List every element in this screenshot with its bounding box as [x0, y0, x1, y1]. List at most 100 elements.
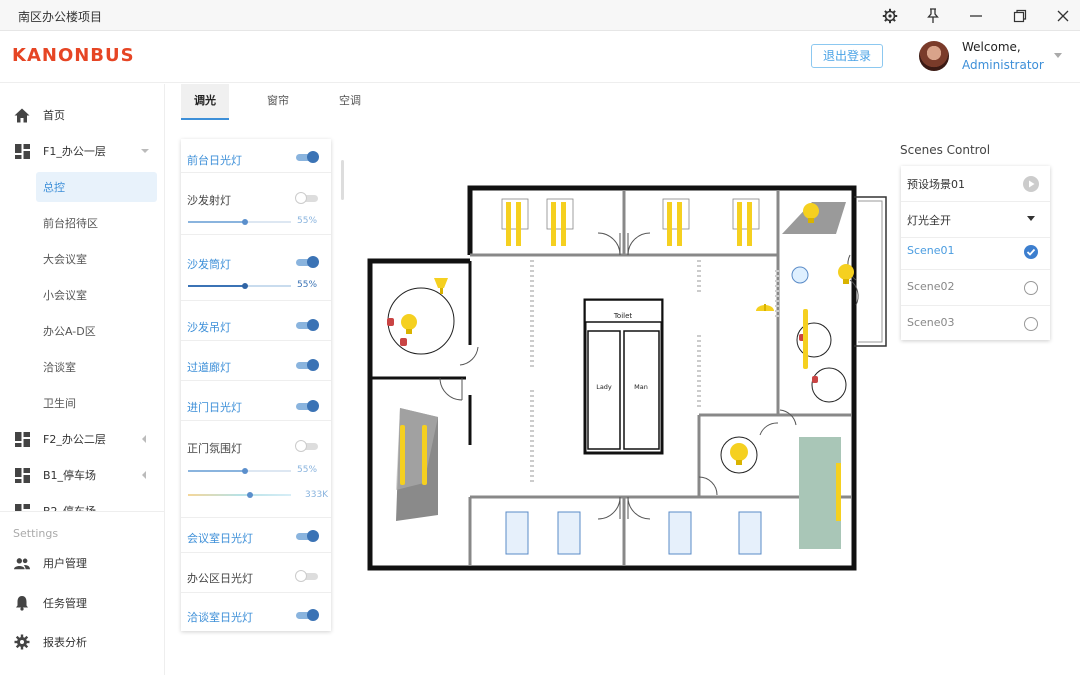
scene-name: Scene02: [907, 280, 955, 293]
minimize-icon[interactable]: [965, 6, 987, 26]
scenes-control-panel: 预设场景01 灯光全开 Scene01 Scene02 Scene03: [901, 166, 1050, 340]
all-lights-on-label: 灯光全开: [907, 214, 951, 227]
light-row: 过道廊灯: [181, 341, 331, 381]
chevron-down-icon[interactable]: [1054, 53, 1062, 58]
sidebar-item-b1[interactable]: B1_停车场: [0, 460, 165, 490]
light-name: 过道廊灯: [187, 361, 231, 374]
light-name: 进门日光灯: [187, 401, 242, 414]
tab-curtain[interactable]: 窗帘: [254, 84, 302, 120]
light-toggle[interactable]: [296, 256, 319, 268]
color-temperature-slider[interactable]: [188, 492, 291, 498]
sidebar-item-small-meeting[interactable]: 小会议室: [36, 280, 157, 310]
sidebar-item-office-ad[interactable]: 办公A-D区: [36, 316, 157, 346]
light-row: 沙发射灯 55%: [181, 173, 331, 235]
scenes-title: Scenes Control: [900, 143, 991, 157]
window-title: 南区办公楼项目: [18, 10, 103, 24]
tab-dimming[interactable]: 调光: [181, 84, 229, 120]
sidebar-item-label: 前台招待区: [43, 217, 98, 230]
light-name: 前台日光灯: [187, 154, 242, 167]
all-lights-on-row[interactable]: 灯光全开: [901, 202, 1050, 238]
avatar[interactable]: [919, 41, 949, 71]
light-row: 会议室日光灯: [181, 518, 331, 553]
logout-button[interactable]: 退出登录: [811, 44, 883, 68]
close-icon[interactable]: [1052, 6, 1074, 26]
light-name: 洽谈室日光灯: [187, 611, 253, 624]
light-name: 会议室日光灯: [187, 532, 253, 545]
sidebar-item-report[interactable]: 报表分析: [0, 627, 165, 657]
sidebar-item-large-meeting[interactable]: 大会议室: [36, 244, 157, 274]
light-toggle[interactable]: [296, 609, 319, 621]
sidebar-item-label: 小会议室: [43, 289, 87, 302]
chevron-left-icon: [142, 471, 146, 479]
light-toggle[interactable]: [296, 319, 319, 331]
scene-item-3[interactable]: Scene03: [901, 306, 1050, 340]
preset-scene-label: 预设场景01: [907, 178, 965, 191]
floor-plan: Toilet Lady Man: [366, 185, 890, 574]
light-row: 正门氛围灯 55% 333K: [181, 421, 331, 518]
light-name: 沙发筒灯: [187, 258, 231, 271]
scene-radio[interactable]: [1024, 317, 1038, 331]
brightness-value: 55%: [297, 465, 318, 475]
light-toggle[interactable]: [296, 530, 319, 542]
dashboard-icon: [14, 503, 30, 511]
sidebar-divider: [0, 511, 165, 512]
sidebar-item-label: 任务管理: [43, 597, 87, 610]
restore-icon[interactable]: [1009, 6, 1031, 26]
play-icon[interactable]: [1023, 176, 1039, 192]
sidebar-item-home[interactable]: 首页: [0, 100, 165, 130]
sidebar-item-label: 办公A-D区: [43, 325, 96, 338]
sidebar-item-reception[interactable]: 前台招待区: [36, 208, 157, 238]
sidebar-item-label: 报表分析: [43, 636, 87, 649]
panel-scrollbar[interactable]: [341, 160, 344, 200]
brightness-slider[interactable]: [188, 468, 291, 474]
sidebar-item-negotiation[interactable]: 洽谈室: [36, 352, 157, 382]
light-toggle[interactable]: [295, 440, 318, 452]
cog-icon: [14, 634, 30, 650]
sidebar-item-b2[interactable]: B2_停车场: [0, 496, 165, 511]
dashboard-icon: [14, 431, 30, 447]
light-control-panel: 前台日光灯 沙发射灯 55% 沙发筒灯 55% 沙发吊灯 过道廊灯 进门日光灯 …: [181, 139, 331, 631]
username[interactable]: Administrator: [962, 58, 1044, 72]
sidebar-item-label: 总控: [43, 181, 65, 194]
scene-radio[interactable]: [1024, 281, 1038, 295]
sidebar-item-label: 首页: [43, 109, 65, 122]
light-toggle[interactable]: [295, 570, 318, 582]
pin-icon[interactable]: [922, 6, 944, 26]
light-name: 办公区日光灯: [187, 572, 253, 585]
preset-scene-row[interactable]: 预设场景01: [901, 166, 1050, 202]
scene-item-2[interactable]: Scene02: [901, 270, 1050, 306]
settings-section-label: Settings: [13, 527, 59, 540]
scene-item-1[interactable]: Scene01: [901, 234, 1050, 270]
brightness-slider[interactable]: [188, 283, 291, 289]
chevron-down-icon[interactable]: [1027, 216, 1035, 221]
light-toggle[interactable]: [295, 192, 318, 204]
brightness-slider[interactable]: [188, 219, 291, 225]
sidebar-item-label: 洽谈室: [43, 361, 76, 374]
sidebar-item-label: 卫生间: [43, 397, 76, 410]
sidebar-item-label: F1_办公一层: [43, 145, 106, 158]
sidebar-item-label: 大会议室: [43, 253, 87, 266]
tab-air-conditioning[interactable]: 空调: [326, 84, 374, 120]
scene-radio-checked[interactable]: [1024, 245, 1038, 259]
home-icon: [14, 107, 30, 123]
light-toggle[interactable]: [296, 359, 319, 371]
light-toggle[interactable]: [296, 400, 319, 412]
sidebar-item-label: B1_停车场: [43, 469, 97, 482]
sidebar-item-f2[interactable]: F2_办公二层: [0, 424, 165, 454]
settings-gear-icon[interactable]: [879, 6, 901, 26]
sidebar-item-task-management[interactable]: 任务管理: [0, 588, 165, 618]
users-icon: [14, 555, 30, 571]
sidebar-item-user-management[interactable]: 用户管理: [0, 548, 165, 578]
light-row: 前台日光灯: [181, 139, 331, 173]
light-toggle[interactable]: [296, 151, 319, 163]
scene-name: Scene03: [907, 316, 955, 329]
welcome-text: Welcome,: [962, 40, 1021, 54]
sidebar-item-f1[interactable]: F1_办公一层: [0, 136, 165, 166]
toilet-label: Toilet: [613, 312, 633, 320]
sidebar-item-master-control[interactable]: 总控: [36, 172, 157, 202]
man-restroom-label: Man: [634, 383, 648, 391]
color-temperature-value: 333K: [305, 490, 329, 500]
sidebar-item-label: 用户管理: [43, 557, 87, 570]
sidebar-item-restroom[interactable]: 卫生间: [36, 388, 157, 418]
light-row: 办公区日光灯: [181, 553, 331, 593]
